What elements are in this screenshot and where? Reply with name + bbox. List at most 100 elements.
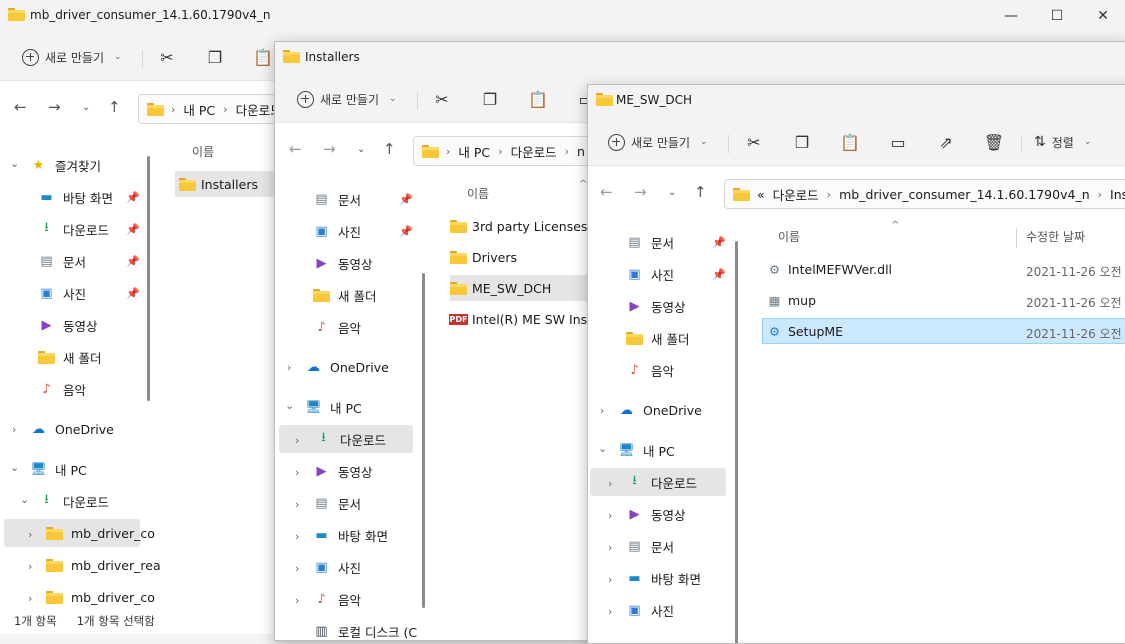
expand-chevron-icon[interactable]: › (608, 541, 612, 554)
nav-scrollbar[interactable] (735, 241, 738, 643)
back-arrow-icon[interactable]: ← (600, 183, 613, 201)
cut-button[interactable]: ✂ (740, 128, 768, 156)
breadcrumb-installers[interactable]: Installers (1110, 187, 1125, 202)
recent-chevron-icon[interactable]: ⌄ (357, 144, 365, 155)
expand-chevron-icon[interactable]: › (295, 594, 299, 607)
nav-mb-driver-zip[interactable]: mb_driver_co (46, 583, 155, 611)
nav-downloads[interactable]: ⭳ 다운로드 (38, 215, 109, 243)
delete-button[interactable]: 🗑 (980, 128, 1008, 156)
expand-chevron-icon[interactable]: › (28, 592, 32, 605)
expand-chevron-icon[interactable]: ⌄ (10, 157, 19, 170)
nav-documents[interactable]: ▤ 문서 (38, 247, 86, 275)
nav-this-pc[interactable]: 🖥 내 PC (305, 393, 362, 421)
nav-documents[interactable]: ▤ 문서 (626, 228, 674, 256)
nav-videos[interactable]: ▶ 동영상 (313, 249, 373, 277)
paste-button[interactable]: 📋 (836, 128, 864, 156)
nav-onedrive[interactable]: ☁ OneDrive (618, 396, 702, 424)
breadcrumb-mb-driver[interactable]: mb_driver_consumer_14.1.60.1790v4_n (839, 187, 1090, 202)
nav-onedrive[interactable]: ☁ OneDrive (30, 415, 114, 443)
nav-documents-pc[interactable]: ▤ 문서 (313, 489, 361, 517)
expand-chevron-icon[interactable]: › (28, 560, 32, 573)
column-name-header[interactable]: 이름 (467, 185, 489, 202)
title-bar[interactable]: Installers (275, 42, 1125, 74)
breadcrumb-downloads[interactable]: 다운로드 (773, 185, 819, 204)
recent-chevron-icon[interactable]: ⌄ (82, 102, 90, 113)
paste-button[interactable]: 📋 (249, 43, 277, 71)
address-bar[interactable]: › 내 PC › 다운로드 › n (413, 136, 603, 166)
file-row-installers[interactable]: Installers (175, 171, 275, 197)
nav-documents[interactable]: ▤ 문서 (313, 185, 361, 213)
expand-chevron-icon[interactable]: › (295, 466, 299, 479)
nav-pictures[interactable]: ▣ 사진 (313, 217, 361, 245)
file-row[interactable]: PDF Intel(R) ME SW Instal (448, 306, 603, 332)
nav-pictures[interactable]: ▣ 사진 (626, 260, 674, 288)
nav-this-pc[interactable]: 🖥 내 PC (618, 436, 675, 464)
nav-videos-pc[interactable]: ▶ 동영상 (313, 457, 373, 485)
expand-chevron-icon[interactable]: › (295, 434, 299, 447)
expand-chevron-icon[interactable]: › (28, 528, 32, 541)
cut-button[interactable]: ✂ (153, 43, 181, 71)
expand-chevron-icon[interactable]: › (608, 573, 612, 586)
cut-button[interactable]: ✂ (428, 85, 456, 113)
expand-chevron-icon[interactable]: › (600, 404, 604, 417)
nav-new-folder[interactable]: 새 폴더 (313, 281, 376, 309)
column-date-header[interactable]: 수정한 날짜 (1026, 228, 1085, 245)
minimize-button[interactable]: — (988, 6, 1034, 26)
expand-chevron-icon[interactable]: ⌄ (285, 399, 294, 412)
expand-chevron-icon[interactable]: › (295, 562, 299, 575)
nav-documents-pc[interactable]: ▤ 문서 (626, 532, 674, 560)
title-bar[interactable]: mb_driver_consumer_14.1.60.1790v4_n — ☐ … (0, 0, 1125, 32)
new-button[interactable]: 새로 만들기 ⌄ (608, 128, 708, 156)
expand-chevron-icon[interactable]: › (608, 477, 612, 490)
expand-chevron-icon[interactable]: › (12, 423, 16, 436)
breadcrumb-overflow[interactable]: « (757, 187, 765, 202)
forward-arrow-icon[interactable]: → (48, 98, 61, 116)
title-bar[interactable]: ME_SW_DCH (588, 85, 1125, 117)
expand-chevron-icon[interactable]: › (295, 530, 299, 543)
nav-music[interactable]: ♪ 음악 (313, 313, 361, 341)
nav-new-folder[interactable]: 새 폴더 (626, 324, 689, 352)
back-arrow-icon[interactable]: ← (289, 140, 302, 158)
nav-downloads-pc[interactable]: ⭳ 다운로드 (38, 487, 109, 515)
nav-videos[interactable]: ▶ 동영상 (38, 311, 98, 339)
file-row[interactable]: ⚙ IntelMEFWVer.dll (766, 256, 892, 282)
recent-chevron-icon[interactable]: ⌄ (668, 187, 676, 198)
expand-chevron-icon[interactable]: ⌄ (598, 442, 607, 455)
column-name-header[interactable]: 이름 (778, 228, 800, 245)
nav-pictures[interactable]: ▣ 사진 (38, 279, 86, 307)
nav-desktop-pc[interactable]: ▬ 바탕 화면 (626, 564, 701, 592)
nav-pictures-pc[interactable]: ▣ 사진 (626, 596, 674, 624)
nav-pictures-pc[interactable]: ▣ 사진 (313, 553, 361, 581)
nav-music[interactable]: ♪ 음악 (38, 375, 86, 403)
nav-videos[interactable]: ▶ 동영상 (626, 292, 686, 320)
expand-chevron-icon[interactable]: ⌄ (10, 461, 19, 474)
breadcrumb-mb-driver[interactable]: n (577, 144, 585, 159)
expand-chevron-icon[interactable]: › (608, 605, 612, 618)
up-arrow-icon[interactable]: ↑ (383, 140, 396, 158)
nav-desktop-pc[interactable]: ▬ 바탕 화면 (313, 521, 388, 549)
breadcrumb-downloads[interactable]: 다운로드 (511, 142, 557, 161)
column-name-header[interactable]: 이름 (192, 143, 214, 160)
forward-arrow-icon[interactable]: → (323, 140, 336, 158)
nav-music-pc[interactable]: ♪ 음악 (313, 585, 361, 613)
nav-music[interactable]: ♪ 음악 (626, 356, 674, 384)
up-arrow-icon[interactable]: ↑ (108, 98, 121, 116)
breadcrumb-pc[interactable]: 내 PC (458, 142, 490, 161)
new-button[interactable]: 새로 만들기 ⌄ (22, 43, 122, 71)
file-row-selected[interactable]: ME_SW_DCH (450, 275, 590, 301)
nav-scrollbar[interactable] (147, 156, 150, 401)
nav-onedrive[interactable]: ☁ OneDrive (305, 353, 389, 381)
breadcrumb-pc[interactable]: 내 PC (183, 100, 215, 119)
nav-desktop[interactable]: ▬ 바탕 화면 (38, 183, 113, 211)
expand-chevron-icon[interactable]: ⌄ (20, 493, 29, 506)
share-button[interactable]: ⇗ (932, 128, 960, 156)
up-arrow-icon[interactable]: ↑ (694, 183, 707, 201)
copy-button[interactable]: ❐ (201, 43, 229, 71)
file-row-selected[interactable]: ⚙ SetupME 2021-11-26 오전 9 (762, 318, 1125, 344)
forward-arrow-icon[interactable]: → (634, 183, 647, 201)
file-row[interactable]: 3rd party Licenses in (450, 213, 603, 239)
expand-chevron-icon[interactable]: › (287, 361, 291, 374)
nav-new-folder[interactable]: 새 폴더 (38, 343, 101, 371)
nav-local-disk[interactable]: ▥ 로컬 디스크 (C (313, 617, 417, 640)
address-bar[interactable]: « 다운로드 › mb_driver_consumer_14.1.60.1790… (724, 179, 1125, 209)
